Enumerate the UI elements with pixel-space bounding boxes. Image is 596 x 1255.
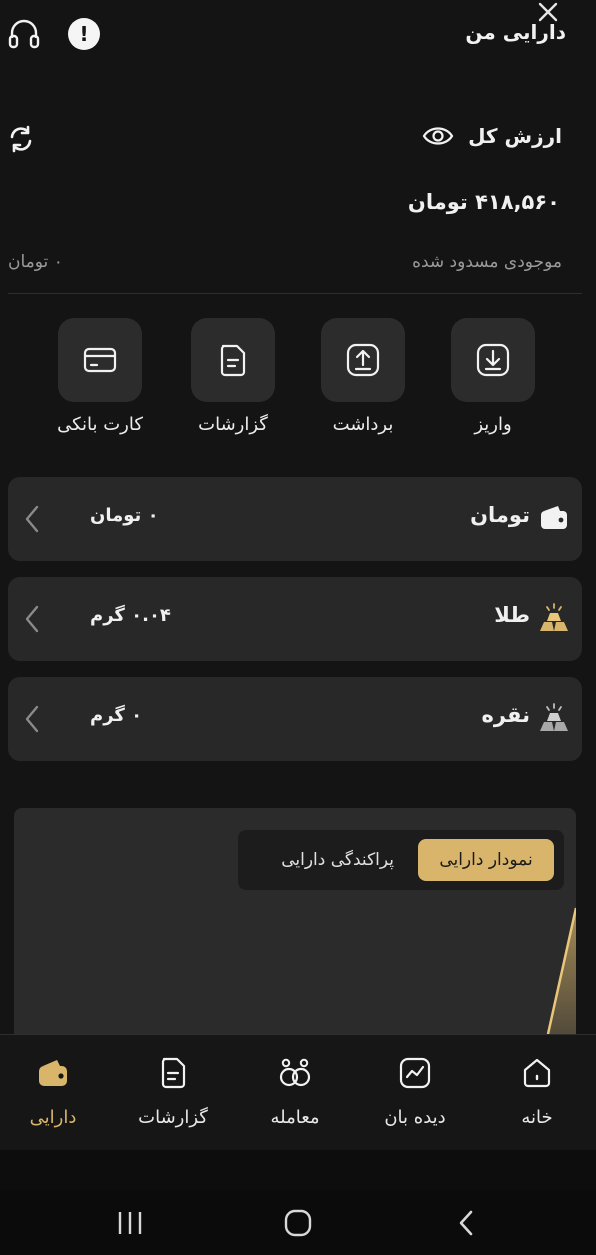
asset-name: نقره (481, 703, 530, 727)
blocked-balance-label: موجودی مسدود شده (412, 252, 562, 272)
alert-icon[interactable]: ! (68, 18, 100, 50)
reports-button[interactable]: گزارشات (158, 318, 308, 435)
page-title: دارایی من (465, 20, 566, 44)
nav-label: گزارشات (138, 1107, 208, 1128)
asset-chart-panel: نمودار دارایی پراکندگی دارایی (14, 808, 576, 1068)
gold-bars-icon (538, 603, 570, 633)
nav-label: معامله (270, 1107, 320, 1128)
withdraw-icon (321, 318, 405, 402)
bank-card-label: کارت بانکی (57, 414, 143, 435)
nav-item-trade[interactable]: معامله (240, 1053, 350, 1128)
nav-item-home[interactable]: خانه (482, 1053, 592, 1128)
bank-card-button[interactable]: کارت بانکی (25, 318, 175, 435)
home-icon (517, 1053, 557, 1093)
back-icon[interactable] (446, 1208, 486, 1238)
eye-icon[interactable] (422, 124, 454, 148)
top-bar: دارایی من ! (0, 0, 596, 70)
blocked-balance-value: ۰ تومان (8, 252, 63, 272)
chevron-left-icon (22, 603, 42, 635)
support-headset-icon[interactable] (6, 16, 42, 52)
withdraw-button[interactable]: برداشت (288, 318, 438, 435)
recent-apps-icon[interactable] (110, 1208, 150, 1238)
refresh-icon[interactable] (6, 124, 36, 154)
asset-chart-line (544, 907, 576, 1068)
nav-item-assets[interactable]: دارایی (0, 1053, 108, 1128)
total-value-amount: ۴۱۸,۵۶۰ تومان (407, 190, 560, 214)
wallet-icon (538, 503, 570, 533)
withdraw-label: برداشت (332, 414, 394, 435)
deposit-button[interactable]: واریز (418, 318, 568, 435)
report-icon (153, 1053, 193, 1093)
asset-amount: ۰.۰۴ گرم (90, 605, 171, 626)
nav-item-reports[interactable]: گزارشات (118, 1053, 228, 1128)
reports-label: گزارشات (198, 414, 268, 435)
asset-card-silver[interactable]: ۰ گرم نقره (8, 677, 582, 761)
asset-card-gold[interactable]: ۰.۰۴ گرم طلا (8, 577, 582, 661)
watchlist-icon (395, 1053, 435, 1093)
asset-amount: ۰ تومان (90, 505, 159, 526)
chevron-left-icon (22, 703, 42, 735)
system-navigation-bar (0, 1190, 596, 1255)
wallet-icon (33, 1053, 73, 1093)
bank-card-icon (58, 318, 142, 402)
nav-label: دارایی (29, 1107, 77, 1128)
chevron-left-icon (22, 503, 42, 535)
trade-icon (275, 1053, 315, 1093)
asset-amount: ۰ گرم (90, 705, 143, 726)
divider (8, 293, 582, 294)
quick-actions: واریز برداشت گزارشات کارت بانکی (0, 318, 596, 448)
nav-label: خانه (521, 1107, 553, 1128)
asset-card-toman[interactable]: ۰ تومان تومان (8, 477, 582, 561)
report-icon (191, 318, 275, 402)
blocked-balance-row: ۰ تومان موجودی مسدود شده (8, 252, 562, 272)
home-button-icon[interactable] (278, 1208, 318, 1238)
deposit-icon (451, 318, 535, 402)
deposit-label: واریز (474, 414, 512, 435)
total-value-label: ارزش کل (468, 124, 562, 148)
asset-name: تومان (470, 503, 530, 527)
asset-name: طلا (494, 603, 530, 627)
total-value-header: ارزش کل (422, 124, 562, 148)
app-screen: دارایی من ! ارزش کل ۴۱۸,۵۶۰ تومان ۰ توما… (0, 0, 596, 1150)
bottom-navigation: خانه دیده بان معامله گزارشات دارایی (0, 1034, 596, 1150)
nav-label: دیده بان (384, 1107, 446, 1128)
nav-item-watchlist[interactable]: دیده بان (360, 1053, 470, 1128)
silver-bars-icon (538, 703, 570, 733)
